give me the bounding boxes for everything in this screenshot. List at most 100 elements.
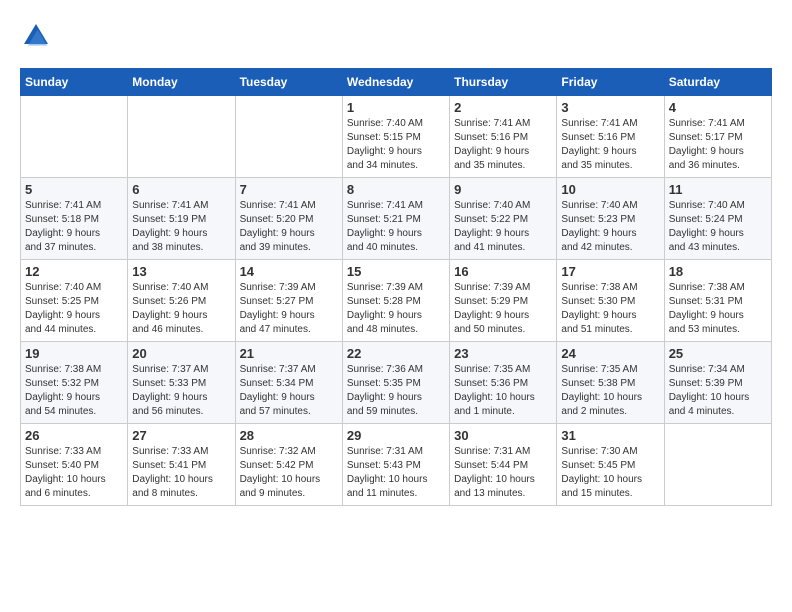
day-header-friday: Friday <box>557 69 664 96</box>
day-number: 19 <box>25 346 123 361</box>
day-number: 20 <box>132 346 230 361</box>
day-number: 8 <box>347 182 445 197</box>
calendar-cell: 9 Sunrise: 7:40 AM Sunset: 5:22 PM Daylig… <box>450 178 557 260</box>
day-info: Sunrise: 7:41 AM Sunset: 5:21 PM Dayligh… <box>347 199 445 255</box>
day-number: 23 <box>454 346 552 361</box>
day-number: 5 <box>25 182 123 197</box>
calendar-cell: 31Sunrise: 7:30 AM Sunset: 5:45 PM Dayli… <box>557 424 664 506</box>
day-number: 28 <box>240 428 338 443</box>
calendar-cell: 1Sunrise: 7:40 AM Sunset: 5:15 PM Daylig… <box>342 96 449 178</box>
calendar-cell: 11 Sunrise: 7:40 AM Sunset: 5:24 PM Dayli… <box>664 178 771 260</box>
day-info: Sunrise: 7:30 AM Sunset: 5:45 PM Dayligh… <box>561 445 659 501</box>
day-number: 3 <box>561 100 659 115</box>
day-number: 1 <box>347 100 445 115</box>
day-number: 29 <box>347 428 445 443</box>
day-number: 26 <box>25 428 123 443</box>
calendar-cell: 28 Sunrise: 7:32 AM Sunset: 5:42 PM Dayli… <box>235 424 342 506</box>
day-info: Sunrise: 7:41 AM Sunset: 5:18 PM Dayligh… <box>25 199 123 255</box>
day-number: 25 <box>669 346 767 361</box>
calendar-cell: 19 Sunrise: 7:38 AM Sunset: 5:32 PM Dayli… <box>21 342 128 424</box>
calendar-body: 1Sunrise: 7:40 AM Sunset: 5:15 PM Daylig… <box>21 96 772 506</box>
day-header-sunday: Sunday <box>21 69 128 96</box>
day-number: 18 <box>669 264 767 279</box>
calendar-cell: 8 Sunrise: 7:41 AM Sunset: 5:21 PM Daylig… <box>342 178 449 260</box>
day-number: 14 <box>240 264 338 279</box>
day-header-wednesday: Wednesday <box>342 69 449 96</box>
calendar-cell: 6 Sunrise: 7:41 AM Sunset: 5:19 PM Daylig… <box>128 178 235 260</box>
calendar-cell: 24 Sunrise: 7:35 AM Sunset: 5:38 PM Dayli… <box>557 342 664 424</box>
calendar-cell: 15 Sunrise: 7:39 AM Sunset: 5:28 PM Dayli… <box>342 260 449 342</box>
calendar-cell <box>235 96 342 178</box>
calendar-cell: 2Sunrise: 7:41 AM Sunset: 5:16 PM Daylig… <box>450 96 557 178</box>
day-number: 12 <box>25 264 123 279</box>
day-info: Sunrise: 7:39 AM Sunset: 5:29 PM Dayligh… <box>454 281 552 337</box>
day-number: 11 <box>669 182 767 197</box>
day-number: 16 <box>454 264 552 279</box>
day-info: Sunrise: 7:40 AM Sunset: 5:26 PM Dayligh… <box>132 281 230 337</box>
calendar-week-2: 5 Sunrise: 7:41 AM Sunset: 5:18 PM Daylig… <box>21 178 772 260</box>
page-header <box>20 20 772 52</box>
day-info: Sunrise: 7:38 AM Sunset: 5:32 PM Dayligh… <box>25 363 123 419</box>
day-number: 30 <box>454 428 552 443</box>
day-info: Sunrise: 7:31 AM Sunset: 5:44 PM Dayligh… <box>454 445 552 501</box>
day-info: Sunrise: 7:40 AM Sunset: 5:24 PM Dayligh… <box>669 199 767 255</box>
day-info: Sunrise: 7:33 AM Sunset: 5:41 PM Dayligh… <box>132 445 230 501</box>
day-number: 17 <box>561 264 659 279</box>
calendar-cell: 23 Sunrise: 7:35 AM Sunset: 5:36 PM Dayli… <box>450 342 557 424</box>
day-info: Sunrise: 7:37 AM Sunset: 5:33 PM Dayligh… <box>132 363 230 419</box>
logo-icon <box>20 20 52 52</box>
day-info: Sunrise: 7:35 AM Sunset: 5:36 PM Dayligh… <box>454 363 552 419</box>
calendar-cell: 27 Sunrise: 7:33 AM Sunset: 5:41 PM Dayli… <box>128 424 235 506</box>
day-info: Sunrise: 7:40 AM Sunset: 5:25 PM Dayligh… <box>25 281 123 337</box>
day-number: 4 <box>669 100 767 115</box>
calendar-cell: 5 Sunrise: 7:41 AM Sunset: 5:18 PM Daylig… <box>21 178 128 260</box>
calendar-week-3: 12 Sunrise: 7:40 AM Sunset: 5:25 PM Dayli… <box>21 260 772 342</box>
day-number: 24 <box>561 346 659 361</box>
calendar-table: SundayMondayTuesdayWednesdayThursdayFrid… <box>20 68 772 506</box>
day-header-monday: Monday <box>128 69 235 96</box>
calendar-header-row: SundayMondayTuesdayWednesdayThursdayFrid… <box>21 69 772 96</box>
day-info: Sunrise: 7:41 AM Sunset: 5:16 PM Dayligh… <box>561 117 659 173</box>
calendar-cell: 29 Sunrise: 7:31 AM Sunset: 5:43 PM Dayli… <box>342 424 449 506</box>
calendar-week-1: 1Sunrise: 7:40 AM Sunset: 5:15 PM Daylig… <box>21 96 772 178</box>
day-info: Sunrise: 7:38 AM Sunset: 5:31 PM Dayligh… <box>669 281 767 337</box>
calendar-cell: 10Sunrise: 7:40 AM Sunset: 5:23 PM Dayli… <box>557 178 664 260</box>
day-number: 13 <box>132 264 230 279</box>
day-info: Sunrise: 7:38 AM Sunset: 5:30 PM Dayligh… <box>561 281 659 337</box>
day-info: Sunrise: 7:41 AM Sunset: 5:16 PM Dayligh… <box>454 117 552 173</box>
day-info: Sunrise: 7:40 AM Sunset: 5:22 PM Dayligh… <box>454 199 552 255</box>
calendar-cell: 20 Sunrise: 7:37 AM Sunset: 5:33 PM Dayli… <box>128 342 235 424</box>
day-info: Sunrise: 7:41 AM Sunset: 5:17 PM Dayligh… <box>669 117 767 173</box>
calendar-cell: 22 Sunrise: 7:36 AM Sunset: 5:35 PM Dayli… <box>342 342 449 424</box>
day-number: 22 <box>347 346 445 361</box>
calendar-week-4: 19 Sunrise: 7:38 AM Sunset: 5:32 PM Dayli… <box>21 342 772 424</box>
calendar-cell: 21Sunrise: 7:37 AM Sunset: 5:34 PM Dayli… <box>235 342 342 424</box>
calendar-cell <box>664 424 771 506</box>
calendar-cell: 3 Sunrise: 7:41 AM Sunset: 5:16 PM Daylig… <box>557 96 664 178</box>
day-info: Sunrise: 7:35 AM Sunset: 5:38 PM Dayligh… <box>561 363 659 419</box>
day-number: 15 <box>347 264 445 279</box>
calendar-cell: 30 Sunrise: 7:31 AM Sunset: 5:44 PM Dayli… <box>450 424 557 506</box>
day-number: 6 <box>132 182 230 197</box>
calendar-week-5: 26Sunrise: 7:33 AM Sunset: 5:40 PM Dayli… <box>21 424 772 506</box>
day-info: Sunrise: 7:32 AM Sunset: 5:42 PM Dayligh… <box>240 445 338 501</box>
day-info: Sunrise: 7:39 AM Sunset: 5:28 PM Dayligh… <box>347 281 445 337</box>
day-info: Sunrise: 7:31 AM Sunset: 5:43 PM Dayligh… <box>347 445 445 501</box>
calendar-cell: 13 Sunrise: 7:40 AM Sunset: 5:26 PM Dayli… <box>128 260 235 342</box>
day-info: Sunrise: 7:36 AM Sunset: 5:35 PM Dayligh… <box>347 363 445 419</box>
day-number: 7 <box>240 182 338 197</box>
calendar-cell <box>128 96 235 178</box>
calendar-cell: 25 Sunrise: 7:34 AM Sunset: 5:39 PM Dayli… <box>664 342 771 424</box>
calendar-cell: 26Sunrise: 7:33 AM Sunset: 5:40 PM Dayli… <box>21 424 128 506</box>
calendar-cell: 17 Sunrise: 7:38 AM Sunset: 5:30 PM Dayli… <box>557 260 664 342</box>
day-info: Sunrise: 7:39 AM Sunset: 5:27 PM Dayligh… <box>240 281 338 337</box>
day-number: 10 <box>561 182 659 197</box>
day-number: 27 <box>132 428 230 443</box>
day-header-tuesday: Tuesday <box>235 69 342 96</box>
day-number: 9 <box>454 182 552 197</box>
day-header-saturday: Saturday <box>664 69 771 96</box>
day-info: Sunrise: 7:34 AM Sunset: 5:39 PM Dayligh… <box>669 363 767 419</box>
day-info: Sunrise: 7:41 AM Sunset: 5:19 PM Dayligh… <box>132 199 230 255</box>
calendar-cell: 16 Sunrise: 7:39 AM Sunset: 5:29 PM Dayli… <box>450 260 557 342</box>
calendar-cell <box>21 96 128 178</box>
